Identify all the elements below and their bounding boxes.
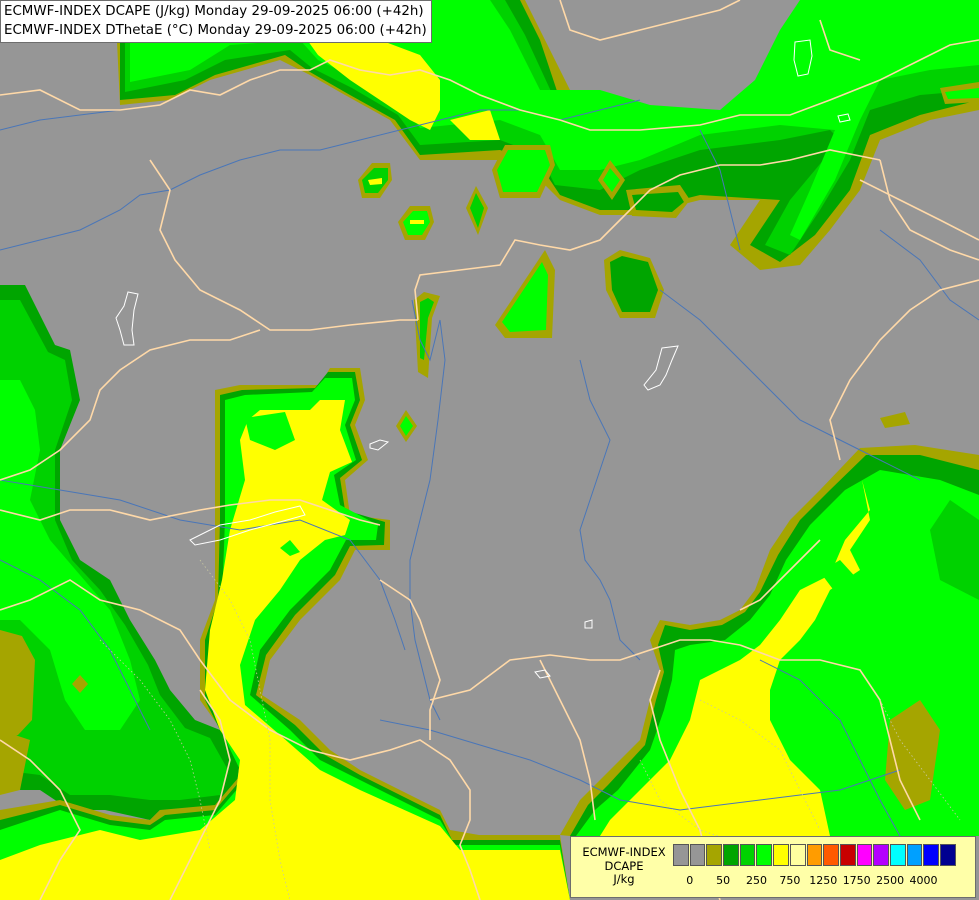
map-title-line-2: ECMWF-INDEX DThetaE (°C) Monday 29-09-20… [4, 23, 427, 38]
legend-tick-label: 250 [746, 874, 767, 887]
legend-color-scale [673, 844, 957, 866]
legend-model: ECMWF-INDEX [582, 845, 666, 859]
legend-swatch [806, 844, 823, 866]
dcape-legend: ECMWF-INDEX DCAPE J/kg 0 50 250 750 1250 1750… [570, 836, 976, 898]
legend-swatch [940, 844, 956, 866]
legend-swatch [856, 844, 873, 866]
legend-swatch [689, 844, 706, 866]
legend-swatch [673, 844, 689, 866]
map-title: ECMWF-INDEX DCAPE (J/kg) Monday 29-09-20… [0, 0, 432, 43]
legend-swatch [823, 844, 839, 866]
legend-title: ECMWF-INDEX DCAPE J/kg [575, 845, 673, 887]
legend-tick-label: 1750 [842, 874, 871, 887]
legend-tick-label: 50 [716, 874, 731, 887]
legend-swatch [839, 844, 856, 866]
legend-field: DCAPE [604, 858, 644, 873]
dcape-map [0, 0, 979, 900]
legend-unit: J/kg [613, 872, 635, 886]
legend-swatch [739, 844, 756, 866]
legend-swatch [906, 844, 923, 866]
legend-tick-label: 4000 [909, 874, 938, 887]
map-title-line-1: ECMWF-INDEX DCAPE (J/kg) Monday 29-09-20… [4, 4, 424, 19]
legend-swatch [706, 844, 723, 866]
legend-swatch [923, 844, 939, 866]
legend-swatch [873, 844, 889, 866]
legend-swatch [756, 844, 773, 866]
legend-tick-label: 2500 [876, 874, 905, 887]
legend-swatch [773, 844, 789, 866]
legend-swatch [789, 844, 806, 866]
legend-tick-label: 750 [779, 874, 801, 887]
legend-tick-label: 1250 [809, 874, 838, 887]
legend-swatch [723, 844, 739, 866]
legend-tick-label: 0 [686, 874, 694, 887]
legend-swatch [889, 844, 906, 866]
